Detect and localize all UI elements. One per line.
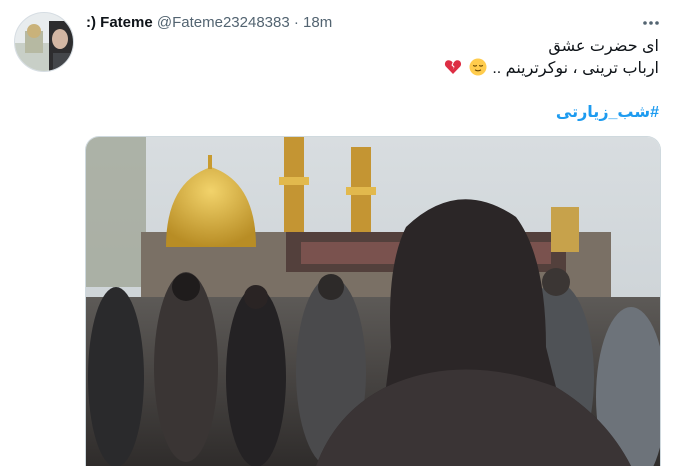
tweet-text-line-2: ارباب ترینی ، نوکرترینم .. bbox=[99, 58, 659, 80]
timestamp[interactable]: 18m bbox=[303, 14, 332, 31]
tweet-text: ای حضرت عشق ارباب ترینی ، نوکرترینم .. bbox=[99, 36, 659, 80]
display-name-text: Fateme bbox=[100, 14, 153, 31]
relieved-face-emoji bbox=[469, 58, 487, 76]
tweet-text-line-2-content: ارباب ترینی ، نوکرترینم .. bbox=[492, 60, 659, 77]
tweet-text-line-1: ای حضرت عشق bbox=[548, 38, 659, 55]
separator-dot: · bbox=[293, 14, 299, 31]
hashtag-link[interactable]: #شب_زیارتی bbox=[556, 102, 659, 122]
avatar-image bbox=[15, 13, 73, 71]
tweet-header: :) Fateme @Fateme23248383 · 18m bbox=[86, 13, 332, 33]
broken-heart-emoji bbox=[445, 60, 462, 74]
avatar[interactable] bbox=[14, 12, 74, 72]
name-prefix: :) bbox=[86, 14, 96, 31]
shrine-photo bbox=[86, 137, 660, 466]
user-handle[interactable]: @Fateme23248383 bbox=[157, 14, 290, 31]
more-horizontal-icon[interactable] bbox=[640, 13, 662, 33]
tweet-media-image[interactable] bbox=[85, 136, 661, 466]
tweet-card[interactable]: :) Fateme @Fateme23248383 · 18m ای حضرت … bbox=[0, 0, 677, 466]
display-name[interactable]: :) Fateme bbox=[86, 14, 157, 31]
